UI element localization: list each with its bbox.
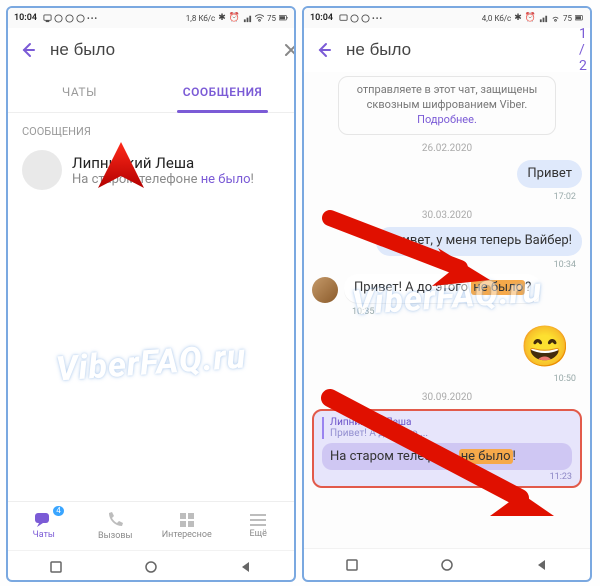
nav-home-icon[interactable] bbox=[440, 558, 454, 572]
nav-home-icon[interactable] bbox=[144, 560, 158, 574]
avatar bbox=[22, 150, 62, 190]
chats-icon bbox=[34, 512, 54, 528]
message-in[interactable]: Привет! А до этого не было? bbox=[304, 272, 590, 305]
nav-back-icon[interactable] bbox=[239, 560, 253, 574]
back-icon[interactable] bbox=[18, 40, 38, 60]
wifi-icon bbox=[255, 14, 264, 23]
date-chip: 30.09.2020 bbox=[304, 392, 590, 403]
date-chip: 30.03.2020 bbox=[304, 210, 590, 221]
search-result[interactable]: Липницкий Леша На старом телефоне не был… bbox=[8, 144, 294, 196]
timestamp: 17:02 bbox=[318, 192, 576, 202]
status-left-icons: ••• bbox=[43, 14, 98, 23]
phone-left: 10:04 ••• 1,8 Кб/с ✱⏰ 75 ЧАТЫ СООБЩЕНИЯ bbox=[6, 6, 296, 582]
nav-back-icon[interactable] bbox=[535, 558, 549, 572]
reply-citation: Липницкий Леша Привет! А до этого ... bbox=[322, 417, 572, 439]
result-snippet: На старом телефоне не было! bbox=[72, 172, 254, 187]
phone-right: 10:04 ••• 4,0 Кб/с ✱⏰ 75 1 / 2 отп bbox=[302, 6, 592, 582]
encryption-notice[interactable]: отправляете в этот чат, защищены сквозны… bbox=[338, 76, 556, 135]
search-input[interactable] bbox=[48, 39, 273, 61]
tab-chats[interactable]: ЧАТЫ bbox=[8, 72, 151, 112]
search-bar bbox=[8, 28, 294, 72]
tab-messages[interactable]: СООБЩЕНИЯ bbox=[151, 72, 294, 112]
tab-explore-bottom[interactable]: Интересное bbox=[151, 512, 223, 540]
grid-icon bbox=[179, 512, 195, 528]
message-out[interactable]: Привет bbox=[304, 158, 590, 191]
nav-recent-icon[interactable] bbox=[345, 558, 359, 572]
search-tabs: ЧАТЫ СООБЩЕНИЯ bbox=[8, 72, 294, 113]
tab-more-bottom[interactable]: Ещё bbox=[223, 513, 295, 539]
status-bar: 10:04 ••• 1,8 Кб/с ✱⏰ 75 bbox=[8, 8, 294, 28]
timestamp: 10:34 bbox=[318, 260, 576, 270]
message-out[interactable]: Привет, у меня теперь Вайбер! bbox=[304, 225, 590, 258]
emoji-smile: 😄 bbox=[520, 323, 570, 370]
result-name: Липницкий Леша bbox=[72, 154, 254, 172]
search-input[interactable] bbox=[344, 39, 569, 61]
nav-recent-icon[interactable] bbox=[49, 560, 63, 574]
timestamp: 10:50 bbox=[318, 374, 576, 384]
signal-icon bbox=[243, 14, 252, 23]
menu-icon bbox=[250, 513, 266, 527]
status-time: 10:04 bbox=[14, 13, 37, 23]
phone-icon bbox=[106, 511, 124, 529]
status-right-icons: 1,8 Кб/с ✱⏰ 75 bbox=[186, 13, 288, 23]
avatar-small bbox=[312, 277, 338, 303]
message-emoji[interactable]: 😄 bbox=[304, 319, 590, 372]
bottom-tabbar: Чаты Вызовы Интересное Ещё bbox=[8, 501, 294, 550]
android-nav bbox=[8, 550, 294, 582]
match-counter: 1 / 2 bbox=[579, 26, 587, 74]
clear-icon[interactable] bbox=[283, 42, 296, 58]
reply-message: На старом телефоне не было! bbox=[322, 443, 572, 470]
back-icon[interactable] bbox=[314, 40, 334, 60]
tab-chats-bottom[interactable]: Чаты bbox=[8, 512, 80, 540]
timestamp: 11:23 bbox=[322, 472, 572, 482]
battery-icon bbox=[279, 14, 288, 23]
search-bar: 1 / 2 bbox=[304, 28, 590, 72]
tab-calls-bottom[interactable]: Вызовы bbox=[80, 511, 152, 541]
date-chip: 26.02.2020 bbox=[304, 143, 590, 154]
timestamp: 10:35 bbox=[352, 307, 576, 317]
section-header: СООБЩЕНИЯ bbox=[8, 113, 294, 144]
android-nav bbox=[304, 548, 590, 581]
replied-message-highlight[interactable]: Липницкий Леша Привет! А до этого ... На… bbox=[312, 409, 582, 488]
status-bar: 10:04 ••• 4,0 Кб/с ✱⏰ 75 bbox=[304, 8, 590, 28]
